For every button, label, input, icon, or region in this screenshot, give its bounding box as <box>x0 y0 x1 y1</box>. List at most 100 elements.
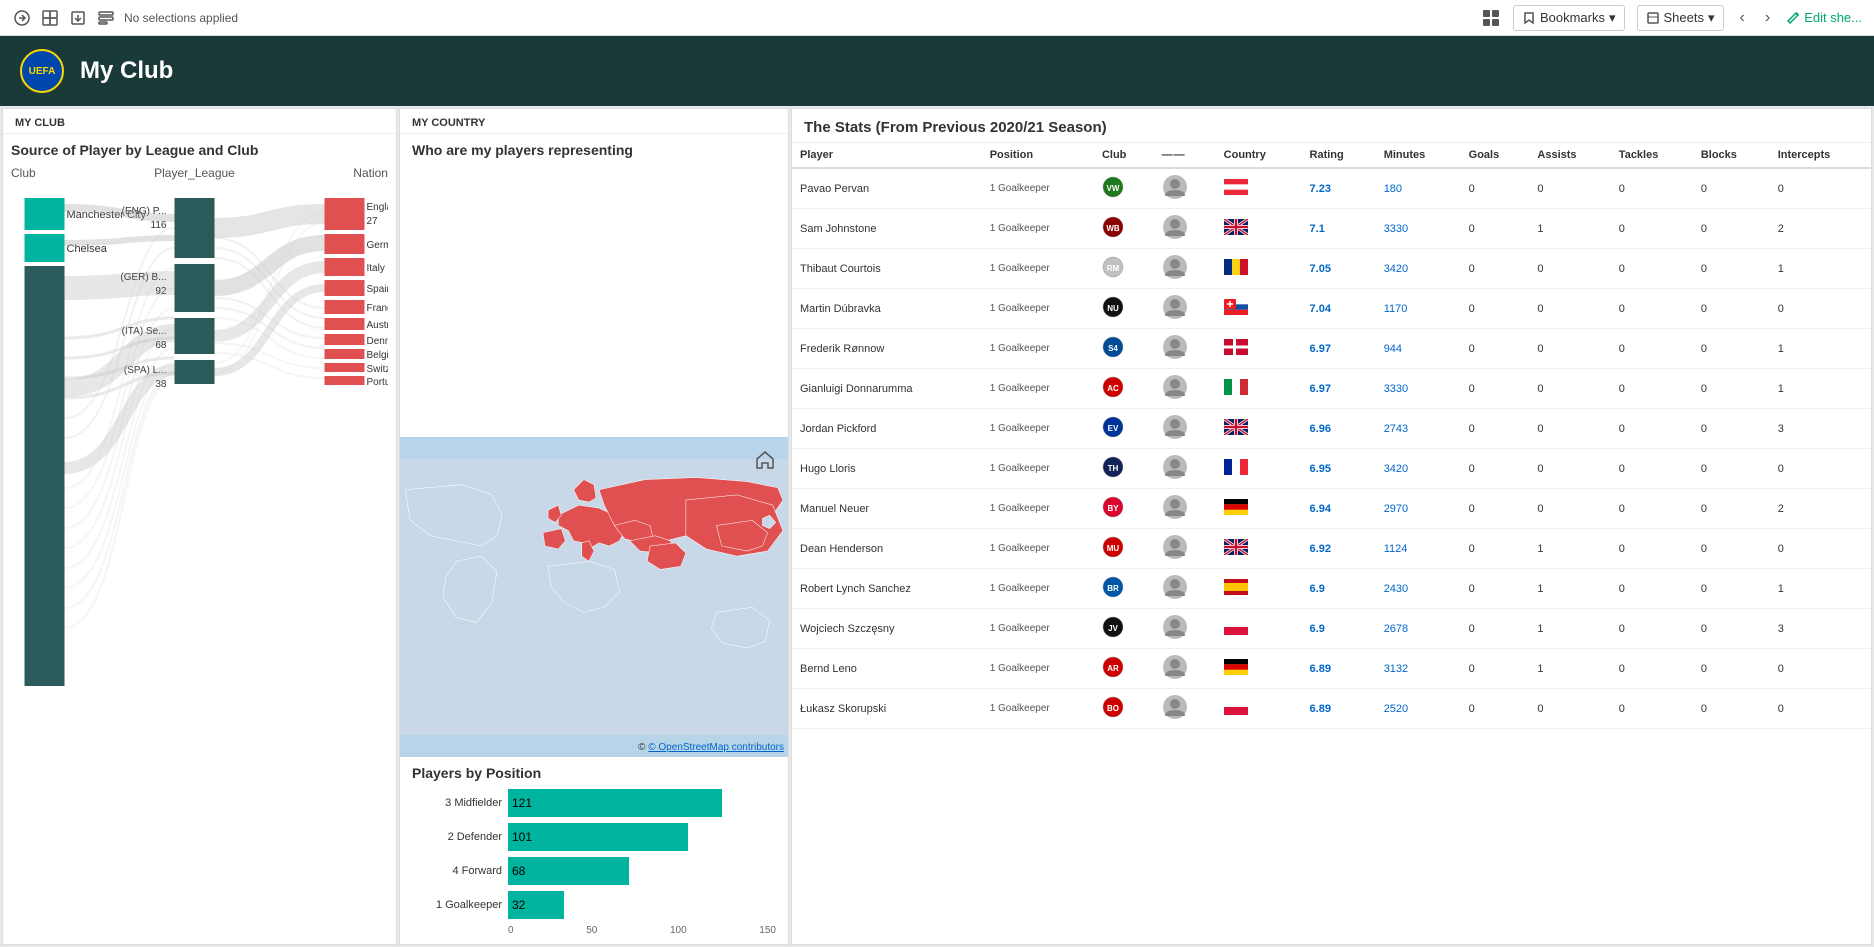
bar-row-defender: 2 Defender 101 <box>412 823 776 851</box>
player-goals: 0 <box>1461 649 1530 689</box>
bar-fill-defender: 101 <box>508 823 688 851</box>
stats-table-container[interactable]: Player Position Club —— Country Rating M… <box>792 143 1871 944</box>
player-blocks: 0 <box>1693 249 1770 289</box>
svg-text:AC: AC <box>1107 384 1119 393</box>
player-club-logo: BR <box>1094 569 1154 609</box>
table-row: Gianluigi Donnarumma 1 Goalkeeper AC 6.9… <box>792 369 1871 409</box>
player-minutes: 3132 <box>1376 649 1461 689</box>
player-avatar-cell <box>1154 569 1216 609</box>
player-position: 1 Goalkeeper <box>982 168 1094 209</box>
player-minutes: 2520 <box>1376 689 1461 729</box>
nation-bar-por <box>325 376 365 385</box>
bar-value-defender: 101 <box>512 830 532 844</box>
player-minutes: 3330 <box>1376 209 1461 249</box>
player-assists: 1 <box>1529 609 1610 649</box>
col-minutes[interactable]: Minutes <box>1376 143 1461 168</box>
player-position: 1 Goalkeeper <box>982 369 1094 409</box>
player-avatar-cell <box>1154 689 1216 729</box>
player-rating: 6.96 <box>1302 409 1376 449</box>
toolbar-right: Bookmarks ▾ Sheets ▾ ‹ › Edit she... <box>1481 5 1862 31</box>
bar-chart-title: Players by Position <box>412 765 776 781</box>
player-rating: 7.23 <box>1302 168 1376 209</box>
player-name: Manuel Neuer <box>792 489 982 529</box>
col-goals[interactable]: Goals <box>1461 143 1530 168</box>
svg-text:AR: AR <box>1107 664 1119 673</box>
player-assists: 0 <box>1529 369 1610 409</box>
table-row: Bernd Leno 1 Goalkeeper AR 6.89 3132 0 1… <box>792 649 1871 689</box>
bar-track-defender: 101 <box>508 823 776 851</box>
edit-sheet-button[interactable]: Edit she... <box>1786 10 1862 25</box>
sankey-chart: Source of Player by League and Club Club… <box>3 134 396 944</box>
sheets-button[interactable]: Sheets ▾ <box>1637 5 1724 31</box>
world-map-svg <box>400 437 788 757</box>
player-goals: 0 <box>1461 529 1530 569</box>
player-goals: 0 <box>1461 489 1530 529</box>
player-blocks: 0 <box>1693 609 1770 649</box>
map-home-icon[interactable] <box>754 449 776 474</box>
smart-search-icon[interactable] <box>96 8 116 28</box>
player-position: 1 Goalkeeper <box>982 489 1094 529</box>
player-goals: 0 <box>1461 369 1530 409</box>
player-name: Hugo Lloris <box>792 449 982 489</box>
player-assists: 1 <box>1529 529 1610 569</box>
col-intercepts[interactable]: Intercepts <box>1770 143 1871 168</box>
col-tackles[interactable]: Tackles <box>1611 143 1693 168</box>
selection-forward-icon[interactable] <box>40 8 60 28</box>
player-goals: 0 <box>1461 249 1530 289</box>
export-icon[interactable] <box>68 8 88 28</box>
player-country-flag <box>1216 449 1302 489</box>
player-assists: 1 <box>1529 209 1610 249</box>
player-position: 1 Goalkeeper <box>982 609 1094 649</box>
player-rating: 6.92 <box>1302 529 1376 569</box>
player-rating: 6.89 <box>1302 649 1376 689</box>
player-tackles: 0 <box>1611 609 1693 649</box>
selection-back-icon[interactable] <box>12 8 32 28</box>
player-country-flag <box>1216 609 1302 649</box>
player-intercepts: 1 <box>1770 329 1871 369</box>
player-country-flag <box>1216 249 1302 289</box>
col-country[interactable]: Country <box>1216 143 1302 168</box>
player-club-logo: VW <box>1094 168 1154 209</box>
player-assists: 0 <box>1529 289 1610 329</box>
map-credit-link[interactable]: © OpenStreetMap contributors <box>648 742 784 753</box>
col-player[interactable]: Player <box>792 143 982 168</box>
nation-bar-fra <box>325 300 365 314</box>
player-name: Łukasz Skorupski <box>792 689 982 729</box>
right-panel: The Stats (From Previous 2020/21 Season)… <box>791 108 1872 945</box>
player-goals: 0 <box>1461 689 1530 729</box>
player-minutes: 2970 <box>1376 489 1461 529</box>
player-position: 1 Goalkeeper <box>982 329 1094 369</box>
svg-text:BR: BR <box>1107 584 1119 593</box>
player-blocks: 0 <box>1693 569 1770 609</box>
bar-row-forward: 4 Forward 68 <box>412 857 776 885</box>
player-position: 1 Goalkeeper <box>982 689 1094 729</box>
col-club[interactable]: Club <box>1094 143 1154 168</box>
middle-panel: MY COUNTRY Who are my players representi… <box>399 108 789 945</box>
nav-next-button[interactable]: › <box>1761 5 1774 31</box>
grid-icon[interactable] <box>1481 8 1501 28</box>
player-position: 1 Goalkeeper <box>982 249 1094 289</box>
club-bar-chelsea[interactable] <box>25 234 65 262</box>
player-tackles: 0 <box>1611 569 1693 609</box>
map-chart-title: Who are my players representing <box>412 142 776 158</box>
table-row: Hugo Lloris 1 Goalkeeper TH 6.95 3420 0 … <box>792 449 1871 489</box>
club-bar-mancity[interactable] <box>25 198 65 230</box>
col-position[interactable]: Position <box>982 143 1094 168</box>
player-tackles: 0 <box>1611 329 1693 369</box>
player-position: 1 Goalkeeper <box>982 289 1094 329</box>
player-country-flag <box>1216 168 1302 209</box>
bar-label-defender: 2 Defender <box>412 831 502 843</box>
toolbar: No selections applied Bookmarks ▾ Sheets… <box>0 0 1874 36</box>
col-assists[interactable]: Assists <box>1529 143 1610 168</box>
table-row: Dean Henderson 1 Goalkeeper MU 6.92 1124… <box>792 529 1871 569</box>
col-blocks[interactable]: Blocks <box>1693 143 1770 168</box>
euro-logo: UEFA <box>20 49 64 93</box>
player-goals: 0 <box>1461 409 1530 449</box>
player-blocks: 0 <box>1693 489 1770 529</box>
player-intercepts: 2 <box>1770 489 1871 529</box>
col-rating[interactable]: Rating <box>1302 143 1376 168</box>
club-bar-rest <box>25 266 65 686</box>
player-avatar-cell <box>1154 609 1216 649</box>
nav-prev-button[interactable]: ‹ <box>1736 5 1749 31</box>
bookmarks-button[interactable]: Bookmarks ▾ <box>1513 5 1625 31</box>
